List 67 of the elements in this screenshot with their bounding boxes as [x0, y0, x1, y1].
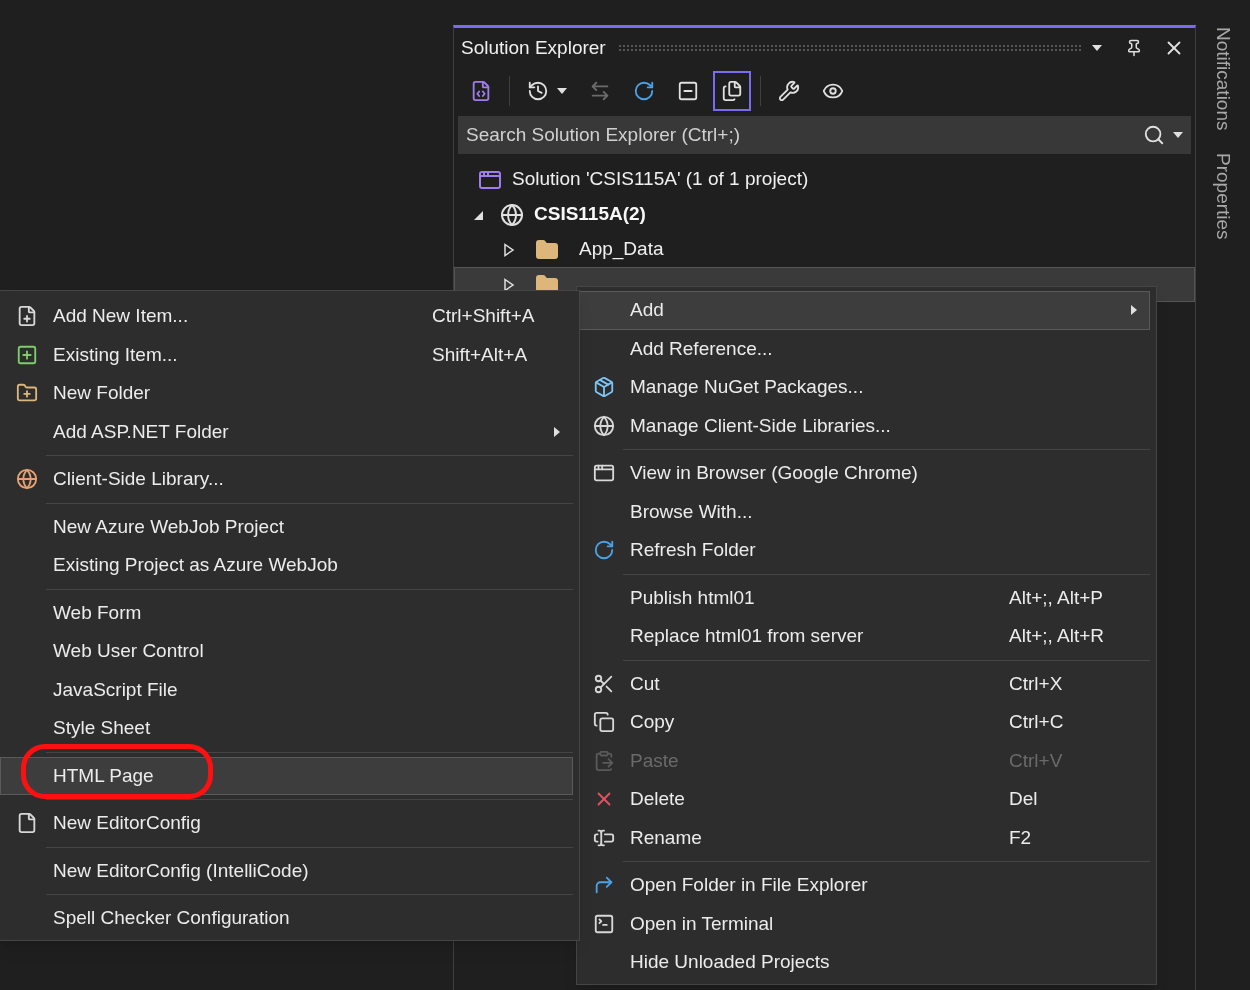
menu-item[interactable]: Hide Unloaded Projects [577, 943, 1150, 982]
menu-item[interactable]: Add New Item... Ctrl+Shift+A [0, 297, 573, 336]
side-tab[interactable]: Notifications [1208, 27, 1238, 131]
menu-item[interactable]: New Azure WebJob Project [0, 507, 573, 546]
menu-item[interactable]: Publish html01 Alt+;, Alt+P [577, 578, 1150, 617]
menu-item[interactable]: Existing Project as Azure WebJob [0, 546, 573, 585]
collapsed-arrow-icon[interactable] [503, 242, 515, 257]
shortcut-text: Ctrl+V [1009, 748, 1064, 773]
menu-item[interactable]: Copy Ctrl+C [577, 703, 1150, 742]
search-icon[interactable] [1143, 124, 1165, 146]
shortcut-text: Alt+;, Alt+P [1009, 585, 1104, 610]
menu-item[interactable]: Manage NuGet Packages... [577, 368, 1150, 407]
scissors-icon [593, 672, 615, 695]
tree-item[interactable]: App_Data [454, 232, 1195, 267]
panel-title: Solution Explorer [461, 35, 606, 60]
globe-icon [16, 468, 38, 491]
collapsed-arrow-icon[interactable] [503, 277, 515, 292]
menu-item[interactable]: JavaScript File [0, 670, 573, 709]
shortcut-text: F2 [1009, 825, 1033, 850]
menu-item[interactable]: New Folder [0, 374, 573, 413]
shortcut-text: Ctrl+C [1009, 710, 1065, 734]
menu-item[interactable]: Spell Checker Configuration [0, 899, 573, 938]
shortcut-text: Alt+;, Alt+R [1009, 624, 1106, 648]
search-field[interactable]: Search Solution Explorer (Ctrl+;) [458, 116, 1191, 154]
globe-icon [593, 414, 615, 437]
clipboard-icon [593, 749, 615, 772]
menu-item[interactable]: HTML Page [0, 756, 573, 795]
refresh-icon [593, 539, 615, 562]
menu-item[interactable]: Web User Control [0, 632, 573, 671]
terminal-icon [593, 912, 615, 935]
shortcut-text: Ctrl+X [1009, 671, 1064, 696]
add-item-icon [16, 343, 38, 366]
menu-item[interactable]: Add Reference... [577, 329, 1150, 368]
menu-item[interactable]: Add [577, 291, 1150, 330]
shortcut-text: Shift+Alt+A [432, 342, 529, 367]
menu-item[interactable]: Style Sheet [0, 709, 573, 748]
menu-item[interactable]: Client-Side Library... [0, 460, 573, 499]
menu-item[interactable]: Rename F2 [577, 818, 1150, 857]
new-file-icon [16, 305, 38, 328]
globe-icon [500, 202, 524, 227]
menu-item[interactable]: Open in Terminal [577, 904, 1150, 943]
copy-icon [593, 711, 615, 734]
files-icon[interactable] [713, 71, 751, 111]
file-icon [16, 812, 38, 835]
menu-item[interactable]: Web Form [0, 593, 573, 632]
menu-item[interactable]: Replace html01 from server Alt+;, Alt+R [577, 617, 1150, 656]
dropdown-icon [1091, 44, 1103, 52]
menu-item[interactable]: Open Folder in File Explorer [577, 866, 1150, 905]
dropdown-icon[interactable] [1173, 132, 1183, 138]
tree-item[interactable]: Solution 'CSIS115A' (1 of 1 project) [454, 162, 1195, 197]
menu-item[interactable]: Existing Item... Shift+Alt+A [0, 335, 573, 374]
menu-item[interactable]: Refresh Folder [577, 531, 1150, 570]
menu-item[interactable]: Manage Client-Side Libraries... [577, 406, 1150, 445]
menu-item[interactable]: Browse With... [577, 492, 1150, 531]
menu-item[interactable]: Cut Ctrl+X [577, 664, 1150, 703]
menu-item[interactable]: New EditorConfig [0, 804, 573, 843]
shortcut-text: Del [1009, 787, 1039, 811]
folder-icon [535, 237, 559, 262]
menu-item[interactable]: Delete Del [577, 780, 1150, 819]
menu-item[interactable]: View in Browser (Google Chrome) [577, 454, 1150, 493]
package-icon [593, 376, 615, 399]
tree-item[interactable]: CSIS115A(2) [534, 200, 646, 229]
menu-item[interactable]: Add ASP.NET Folder [0, 412, 573, 451]
pin-icon[interactable] [1125, 39, 1143, 57]
menu-item[interactable]: New EditorConfig (IntelliCode) [0, 851, 573, 890]
shortcut-text: Ctrl+Shift+A [432, 304, 536, 328]
side-tab[interactable]: Properties [1208, 152, 1238, 240]
